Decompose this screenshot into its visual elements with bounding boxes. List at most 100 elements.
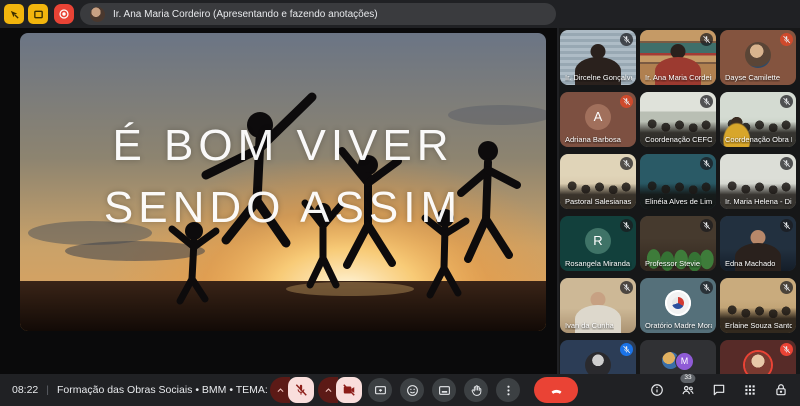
annotation-pointer-button[interactable] <box>4 4 24 24</box>
raise-hand-button[interactable] <box>464 378 488 402</box>
mic-off-badge <box>700 95 713 108</box>
meet-window: Ir. Ana Maria Cordeiro (Apresentando e f… <box>0 0 800 406</box>
board-icon <box>33 9 44 20</box>
mic-off-button[interactable] <box>288 377 314 403</box>
mic-off-icon <box>622 283 631 292</box>
mic-off-badge <box>700 33 713 46</box>
participant-name: Edna Machado <box>725 259 775 268</box>
mic-off-icon <box>702 221 711 230</box>
participant-tile[interactable]: Coordenação Obra Pr... <box>720 92 796 147</box>
participant-tile[interactable]: Ir. Ana Maria Cordeiro <box>640 30 716 85</box>
participant-name: Ir. Maria Helena - Diret... <box>725 197 792 206</box>
mic-options-button[interactable] <box>270 377 290 403</box>
mic-off-badge <box>620 33 633 46</box>
participant-name: Ir. Ana Maria Cordeiro <box>645 73 712 82</box>
participant-tile[interactable]: Coordenação CEFOP <box>640 92 716 147</box>
reactions-button[interactable] <box>400 378 424 402</box>
participant-logo-avatar <box>665 290 691 316</box>
mic-off-badge <box>620 157 633 170</box>
bottom-bar: 08:22 | Formação das Obras Sociais • BMM… <box>0 374 800 406</box>
participant-tile[interactable]: Gabriel Lelis <box>560 340 636 374</box>
participant-letter-avatar: M <box>675 352 694 371</box>
mic-off-icon <box>622 221 631 230</box>
participant-name: Ir. Dircelne Gonçalves <box>565 73 632 82</box>
participant-name: Adriana Barbosa <box>565 135 621 144</box>
present-screen-button[interactable] <box>368 378 392 402</box>
mic-off-icon <box>702 283 711 292</box>
lock-icon <box>774 383 788 397</box>
participant-letter-avatar: R <box>585 228 611 254</box>
participant-tile[interactable]: Edna Machado <box>720 216 796 271</box>
more-vertical-icon <box>502 384 515 397</box>
presenter-banner[interactable]: Ir. Ana Maria Cordeiro (Apresentando e f… <box>80 3 556 25</box>
camera-off-button[interactable] <box>336 377 362 403</box>
participant-photo-avatar <box>585 352 611 374</box>
whiteboard-button[interactable] <box>28 4 48 24</box>
meeting-details-button[interactable] <box>646 379 668 401</box>
participant-letter-avatar: A <box>585 104 611 130</box>
mic-off-icon <box>782 159 791 168</box>
presenter-banner-text: Ir. Ana Maria Cordeiro (Apresentando e f… <box>113 9 378 20</box>
mic-off-badge <box>780 157 793 170</box>
camera-off-icon <box>342 383 356 397</box>
participant-tile[interactable]: Oratório Madre Moran... <box>640 278 716 333</box>
participant-tile[interactable]: Ir. Dircelne Gonçalves <box>560 30 636 85</box>
host-controls-button[interactable] <box>770 379 792 401</box>
camera-options-button[interactable] <box>318 377 338 403</box>
mic-off-icon <box>782 345 791 354</box>
meeting-name: Formação das Obras Sociais • BMM • TEMA:… <box>57 384 294 396</box>
mic-off-badge <box>780 95 793 108</box>
mic-off-badge <box>780 281 793 294</box>
mic-off-icon <box>622 159 631 168</box>
mic-off-icon <box>782 97 791 106</box>
meta-divider: | <box>46 384 49 396</box>
participant-tile[interactable]: Ir. Maria Helena - Diret... <box>720 154 796 209</box>
participant-photo-avatar <box>745 42 771 68</box>
participant-tile[interactable]: Erlaine Souza Santos <box>720 278 796 333</box>
participant-name: Elinéia Alves de Lima P... <box>645 197 712 206</box>
participant-tile[interactable]: Pastoral Salesianas <box>560 154 636 209</box>
participant-tile[interactable]: Cicero Soares <box>720 340 796 374</box>
mic-off-icon <box>782 221 791 230</box>
smiley-icon <box>406 384 419 397</box>
logo-icon <box>672 297 684 309</box>
recording-indicator-button[interactable] <box>54 4 74 24</box>
participant-tile[interactable]: R Rosangela Miranda Sa... <box>560 216 636 271</box>
mic-off-badge <box>780 33 793 46</box>
participant-tile[interactable]: Ivan da Cunha <box>560 278 636 333</box>
call-controls <box>270 377 578 403</box>
participant-tile[interactable]: A Adriana Barbosa <box>560 92 636 147</box>
participant-name: Oratório Madre Moran... <box>645 321 712 330</box>
chevron-up-icon <box>324 386 333 395</box>
mic-off-icon <box>702 35 711 44</box>
participant-name: Pastoral Salesianas <box>565 197 631 206</box>
mic-off-icon <box>294 383 308 397</box>
participant-name: Professor Stevie <box>645 259 700 268</box>
sunset-beach-artwork <box>20 33 546 331</box>
clock-time: 08:22 <box>12 384 38 396</box>
mic-off-icon <box>782 35 791 44</box>
mic-off-icon <box>782 283 791 292</box>
presentation-stage: É BOM VIVER SENDO ASSIM <box>0 28 557 374</box>
activities-button[interactable] <box>739 379 761 401</box>
participant-tile[interactable]: Dayse Camilette <box>720 30 796 85</box>
participant-tile[interactable]: Elinéia Alves de Lima P... <box>640 154 716 209</box>
slide-text-line1: É BOM VIVER <box>20 121 546 171</box>
mic-off-badge <box>780 219 793 232</box>
participant-tile[interactable]: Professor Stevie <box>640 216 716 271</box>
participant-name: Erlaine Souza Santos <box>725 321 792 330</box>
more-options-button[interactable] <box>496 378 520 402</box>
mic-off-icon <box>622 35 631 44</box>
people-panel-button[interactable]: 33 <box>677 379 699 401</box>
end-call-button[interactable] <box>534 377 578 403</box>
mic-off-badge <box>620 219 633 232</box>
present-screen-icon <box>374 384 387 397</box>
presented-slide[interactable]: É BOM VIVER SENDO ASSIM <box>20 33 546 331</box>
captions-button[interactable] <box>432 378 456 402</box>
mic-off-badge <box>620 343 633 356</box>
chat-panel-button[interactable] <box>708 379 730 401</box>
more-people-content: M Mais 15 pessoas <box>640 340 716 374</box>
presenter-avatar <box>90 7 105 22</box>
more-people-tile[interactable]: M Mais 15 pessoas <box>640 340 716 374</box>
stacked-avatars: M <box>662 352 694 371</box>
